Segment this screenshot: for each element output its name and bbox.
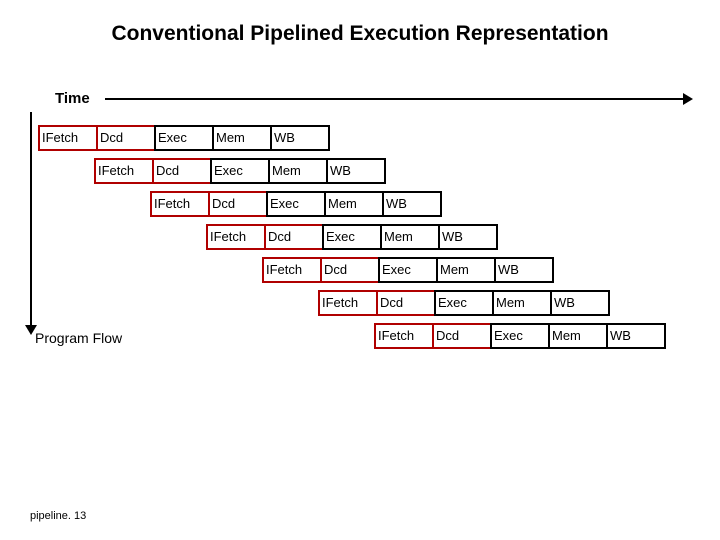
stage-wb: WB — [494, 257, 554, 283]
pipeline-row: IFetchDcdExecMemWB — [94, 158, 386, 182]
program-flow-label: Program Flow — [35, 330, 122, 346]
stage-ifetch: IFetch — [38, 125, 98, 151]
stage-exec: Exec — [378, 257, 438, 283]
stage-mem: Mem — [212, 125, 272, 151]
stage-mem: Mem — [548, 323, 608, 349]
stage-wb: WB — [382, 191, 442, 217]
stage-mem: Mem — [268, 158, 328, 184]
stage-ifetch: IFetch — [318, 290, 378, 316]
stage-exec: Exec — [210, 158, 270, 184]
stage-wb: WB — [270, 125, 330, 151]
stage-ifetch: IFetch — [262, 257, 322, 283]
stage-mem: Mem — [324, 191, 384, 217]
pipeline-row: IFetchDcdExecMemWB — [206, 224, 498, 248]
stage-dcd: Dcd — [320, 257, 380, 283]
stage-mem: Mem — [436, 257, 496, 283]
page-title: Conventional Pipelined Execution Represe… — [0, 22, 720, 46]
pipeline-row: IFetchDcdExecMemWB — [318, 290, 610, 314]
pipeline-row: IFetchDcdExecMemWB — [150, 191, 442, 215]
stage-exec: Exec — [434, 290, 494, 316]
stage-dcd: Dcd — [376, 290, 436, 316]
pipeline-row: IFetchDcdExecMemWB — [38, 125, 330, 149]
program-flow-arrow — [30, 112, 32, 327]
stage-mem: Mem — [492, 290, 552, 316]
stage-dcd: Dcd — [208, 191, 268, 217]
stage-ifetch: IFetch — [206, 224, 266, 250]
time-axis-arrow — [105, 98, 685, 100]
page-footer: pipeline. 13 — [30, 510, 86, 522]
stage-dcd: Dcd — [264, 224, 324, 250]
pipeline-row: IFetchDcdExecMemWB — [374, 323, 666, 347]
stage-wb: WB — [438, 224, 498, 250]
stage-ifetch: IFetch — [374, 323, 434, 349]
stage-ifetch: IFetch — [94, 158, 154, 184]
stage-dcd: Dcd — [432, 323, 492, 349]
stage-ifetch: IFetch — [150, 191, 210, 217]
stage-exec: Exec — [266, 191, 326, 217]
stage-mem: Mem — [380, 224, 440, 250]
stage-wb: WB — [550, 290, 610, 316]
stage-dcd: Dcd — [152, 158, 212, 184]
stage-exec: Exec — [154, 125, 214, 151]
stage-dcd: Dcd — [96, 125, 156, 151]
stage-exec: Exec — [322, 224, 382, 250]
stage-wb: WB — [606, 323, 666, 349]
pipeline-row: IFetchDcdExecMemWB — [262, 257, 554, 281]
time-axis-label: Time — [55, 90, 90, 107]
stage-wb: WB — [326, 158, 386, 184]
stage-exec: Exec — [490, 323, 550, 349]
